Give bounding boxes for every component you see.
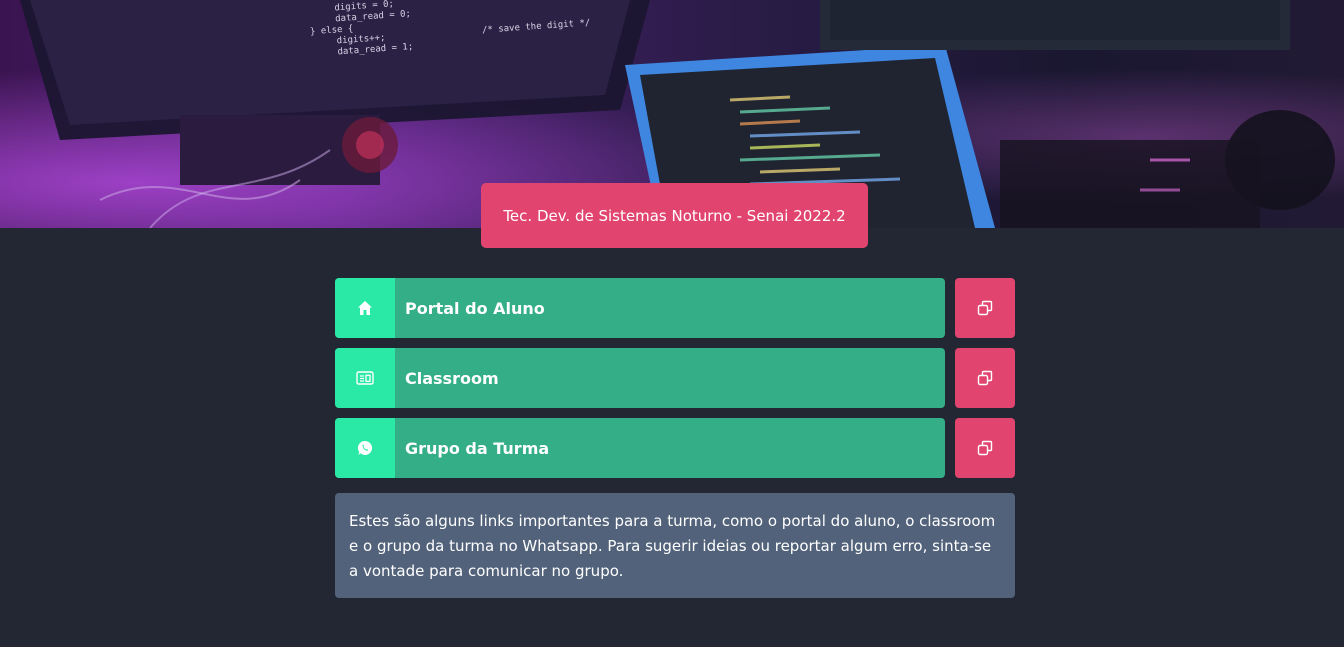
whatsapp-icon <box>335 418 395 478</box>
page-title: Tec. Dev. de Sistemas Noturno - Senai 20… <box>481 183 868 248</box>
home-icon <box>335 278 395 338</box>
copy-classroom-button[interactable] <box>955 348 1015 408</box>
link-row-portal: Portal do Aluno <box>335 278 1015 338</box>
links-list: Portal do Aluno Classroom Grupo da Turma <box>335 278 1015 488</box>
classroom-link[interactable]: Classroom <box>335 348 945 408</box>
info-text: Estes são alguns links importantes para … <box>349 512 996 580</box>
copy-portal-button[interactable] <box>955 278 1015 338</box>
copy-grupo-button[interactable] <box>955 418 1015 478</box>
link-label: Classroom <box>405 368 499 388</box>
copy-icon <box>977 300 993 316</box>
info-box: Estes são alguns links importantes para … <box>335 493 1015 598</box>
portal-do-aluno-link[interactable]: Portal do Aluno <box>335 278 945 338</box>
link-label: Portal do Aluno <box>405 298 545 318</box>
link-label: Grupo da Turma <box>405 438 550 458</box>
copy-icon <box>977 440 993 456</box>
copy-icon <box>977 370 993 386</box>
link-row-classroom: Classroom <box>335 348 1015 408</box>
link-row-grupo: Grupo da Turma <box>335 418 1015 478</box>
classroom-icon <box>335 348 395 408</box>
grupo-da-turma-link[interactable]: Grupo da Turma <box>335 418 945 478</box>
banner-code: digits = 0; data_read = 0; } else { digi… <box>298 0 414 61</box>
